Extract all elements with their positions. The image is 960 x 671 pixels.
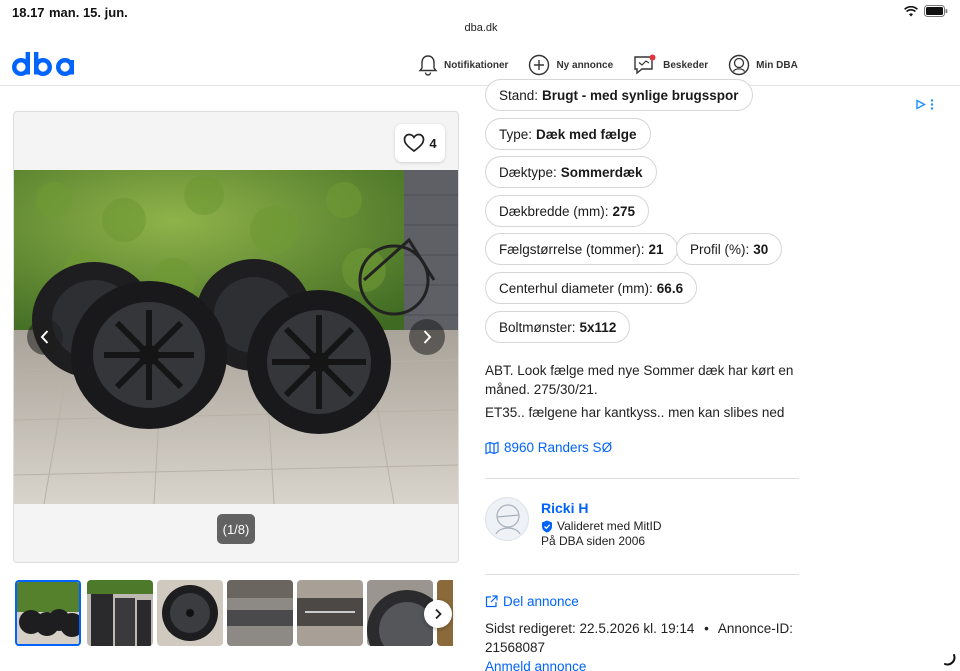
message-icon bbox=[634, 54, 656, 75]
status-time: 18.17 bbox=[12, 5, 45, 20]
prev-image-button[interactable] bbox=[27, 319, 63, 355]
status-bar: 18.17 man. 15. jun. dba.dk bbox=[0, 0, 960, 34]
spec-condition: Stand: Brugt - med synlige brugsspor bbox=[485, 79, 753, 111]
nav-notifications[interactable]: Notifikationer bbox=[418, 53, 508, 77]
verified-badge-icon bbox=[542, 520, 552, 532]
share-icon bbox=[485, 595, 498, 608]
spec-label: Dækbredde (mm): bbox=[499, 203, 609, 219]
chevron-right-icon bbox=[435, 608, 442, 620]
spec-bolt-pattern: Boltmønster: 5x112 bbox=[485, 311, 631, 343]
seller-avatar[interactable] bbox=[485, 497, 529, 541]
spec-value: 5x112 bbox=[579, 319, 617, 335]
spec-tire-type: Dæktype: Sommerdæk bbox=[485, 156, 657, 188]
meta-separator: • bbox=[704, 621, 709, 636]
spec-value: 21 bbox=[648, 241, 664, 257]
spec-value: 66.6 bbox=[656, 280, 684, 296]
spec-value: 275 bbox=[612, 203, 636, 219]
seller-verified: Valideret med MitID bbox=[541, 519, 661, 533]
spec-value: Brugt - med synlige brugsspor bbox=[542, 87, 739, 103]
description-line-1: ABT. Look fælge med nye Sommer dæk har k… bbox=[485, 363, 794, 397]
thumbnail-1[interactable] bbox=[15, 580, 81, 646]
main-photo[interactable] bbox=[14, 170, 459, 504]
favorite-button[interactable]: 4 bbox=[395, 124, 445, 162]
ad-choices-icon bbox=[916, 99, 926, 110]
seller-since: På DBA siden 2006 bbox=[541, 534, 646, 548]
spec-tire-width: Dækbredde (mm): 275 bbox=[485, 195, 650, 227]
spec-label: Boltmønster: bbox=[499, 319, 576, 335]
report-ad-link[interactable]: Anmeld annonce bbox=[485, 659, 586, 671]
image-counter: (1/8) bbox=[217, 514, 255, 544]
divider bbox=[485, 478, 799, 479]
main-nav: Notifikationer Ny annonce Beskeder Min D… bbox=[418, 53, 818, 77]
share-ad-label: Del annonce bbox=[503, 594, 579, 609]
last-edited: Sidst redigeret: 22.5.2026 kl. 19:14 bbox=[485, 621, 695, 636]
thumbnail-image bbox=[17, 582, 79, 644]
chevron-left-icon bbox=[40, 330, 49, 344]
spec-rim-size: Fælgstørrelse (tommer): 21 bbox=[485, 233, 678, 265]
ad-meta: Sidst redigeret: 22.5.2026 kl. 19:14 • A… bbox=[485, 619, 795, 657]
spec-label: Stand: bbox=[499, 87, 539, 103]
spec-center-bore: Centerhul diameter (mm): 66.6 bbox=[485, 272, 698, 304]
thumbnail-strip bbox=[13, 580, 453, 648]
description-line-2: ET35.. fælgene har kantkyss.. men kan sl… bbox=[485, 405, 785, 420]
thumbnail-5[interactable] bbox=[297, 580, 363, 646]
map-icon bbox=[485, 441, 499, 454]
spec-value: Dæk med fælge bbox=[536, 126, 637, 142]
loading-spinner-icon bbox=[944, 654, 956, 666]
spec-label: Centerhul diameter (mm): bbox=[499, 280, 653, 296]
battery-icon bbox=[924, 5, 948, 17]
next-image-button[interactable] bbox=[409, 319, 445, 355]
thumbnail-image bbox=[157, 580, 223, 646]
nav-my-dba-label: Min DBA bbox=[756, 59, 798, 71]
spec-label: Fælgstørrelse (tommer): bbox=[499, 241, 645, 257]
thumbnail-4[interactable] bbox=[227, 580, 293, 646]
avatar-placeholder-icon bbox=[495, 504, 521, 535]
dba-logo-mark bbox=[11, 52, 75, 77]
thumbnail-3[interactable] bbox=[157, 580, 223, 646]
bell-icon bbox=[418, 55, 438, 76]
wifi-icon bbox=[904, 5, 918, 16]
dba-logo[interactable]: dba bbox=[11, 50, 76, 83]
seller-verified-text: Valideret med MitID bbox=[557, 519, 662, 533]
spec-label: Type: bbox=[499, 126, 533, 142]
nav-new-ad-label: Ny annonce bbox=[556, 59, 614, 71]
spec-label: Profil (%): bbox=[690, 241, 750, 257]
url-bar[interactable]: dba.dk bbox=[458, 22, 504, 34]
favorite-count: 4 bbox=[429, 135, 437, 151]
location-text: 8960 Randers SØ bbox=[504, 440, 613, 455]
share-ad-link[interactable]: Del annonce bbox=[485, 594, 579, 609]
nav-notifications-label: Notifikationer bbox=[444, 59, 509, 71]
divider bbox=[485, 574, 799, 575]
image-gallery[interactable]: 4 (1/8) bbox=[13, 111, 459, 563]
nav-my-dba[interactable]: Min DBA bbox=[728, 53, 798, 77]
chevron-right-icon bbox=[423, 330, 432, 344]
thumbnail-image bbox=[87, 580, 153, 646]
nav-new-ad[interactable]: Ny annonce bbox=[528, 53, 613, 77]
ad-choices[interactable] bbox=[915, 99, 934, 110]
thumbnail-image bbox=[297, 580, 363, 646]
spec-type: Type: Dæk med fælge bbox=[485, 118, 651, 150]
thumbnails-next-button[interactable] bbox=[424, 600, 452, 628]
nav-messages-label: Beskeder bbox=[663, 59, 709, 71]
status-date: man. 15. jun. bbox=[49, 5, 128, 20]
nav-messages[interactable]: Beskeder bbox=[633, 53, 708, 77]
seller-name[interactable]: Ricki H bbox=[541, 500, 588, 516]
user-circle-icon bbox=[728, 54, 750, 76]
spec-value: Sommerdæk bbox=[560, 164, 643, 180]
thumbnail-image bbox=[227, 580, 293, 646]
site-header: dba Notifikationer Ny annonce Beskeder bbox=[0, 44, 960, 86]
thumbnail-2[interactable] bbox=[87, 580, 153, 646]
spec-value: 30 bbox=[753, 241, 769, 257]
status-indicators bbox=[904, 5, 948, 17]
plus-circle-icon bbox=[529, 54, 550, 76]
more-options-icon bbox=[930, 99, 934, 110]
spec-profile: Profil (%): 30 bbox=[676, 233, 783, 265]
spec-label: Dæktype: bbox=[499, 164, 557, 180]
heart-icon bbox=[404, 133, 425, 153]
location-link[interactable]: 8960 Randers SØ bbox=[485, 440, 612, 455]
